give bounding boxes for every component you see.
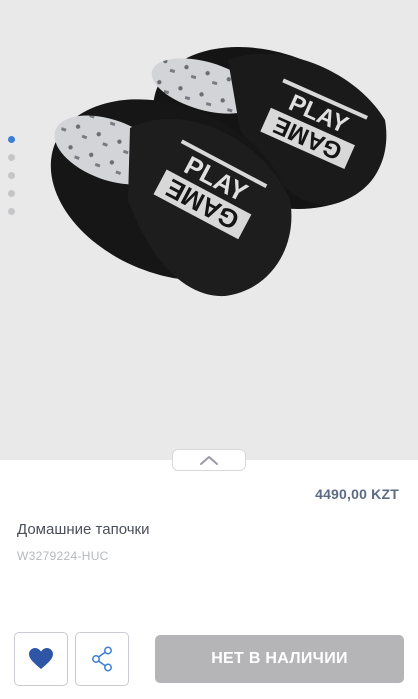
pagination-dot[interactable] xyxy=(8,172,15,179)
favorite-button[interactable] xyxy=(14,632,68,686)
heart-icon xyxy=(29,648,53,669)
product-info: 4490,00 KZT Домашние тапочки W3279224-HU… xyxy=(0,460,418,699)
product-sku: W3279224-HUC xyxy=(17,549,109,563)
pagination-dot[interactable] xyxy=(8,208,15,215)
gallery-pagination xyxy=(8,136,15,215)
product-title: Домашние тапочки xyxy=(17,521,150,538)
share-icon xyxy=(92,646,112,672)
out-of-stock-button[interactable]: НЕТ В НАЛИЧИИ xyxy=(155,635,404,683)
pagination-dot[interactable] xyxy=(8,136,15,143)
pagination-dot[interactable] xyxy=(8,154,15,161)
product-image: PLAY GAME PLAY GAME xyxy=(50,47,387,297)
expand-details-handle[interactable] xyxy=(172,449,246,471)
chevron-up-icon xyxy=(200,456,218,465)
share-button[interactable] xyxy=(75,632,129,686)
pagination-dot[interactable] xyxy=(8,190,15,197)
product-gallery[interactable]: PLAY GAME PLAY GAME xyxy=(0,0,418,460)
product-price: 4490,00 KZT xyxy=(315,486,399,502)
